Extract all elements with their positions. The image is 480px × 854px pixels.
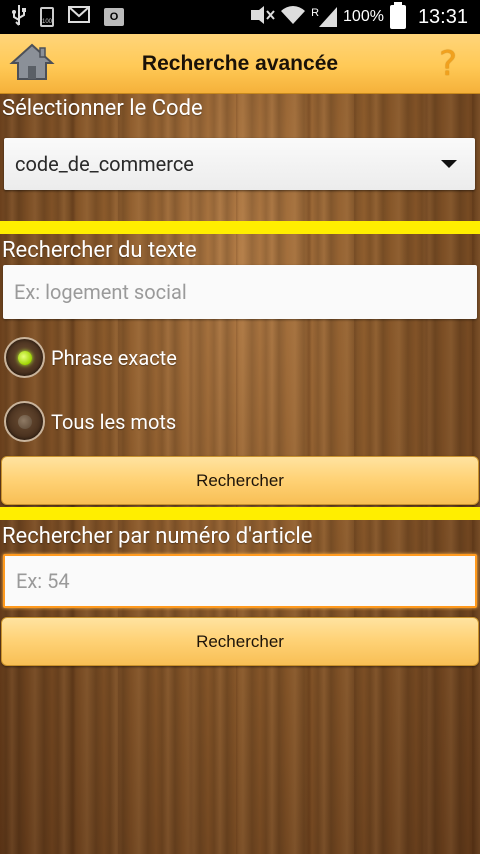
nfc-mute-icon [249,5,275,29]
text-search-input[interactable] [3,265,477,319]
radio-exact-phrase-label: Phrase exacte [51,345,177,370]
search-article-button[interactable]: Rechercher [1,617,479,666]
radio-unselected-indicator [17,414,32,429]
article-number-input[interactable] [3,554,477,608]
battery-icon [389,2,406,29]
section-separator [0,221,480,234]
radio-all-words-label: Tous les mots [51,409,177,434]
status-bar: 100 O R 100% 13:31 [0,0,480,34]
status-bar-notifications: 100 O [12,4,124,30]
radio-all-words[interactable]: Tous les mots [4,401,176,442]
search-text-button[interactable]: Rechercher [1,456,479,505]
outlook-icon: O [104,8,124,26]
action-bar: Recherche avancée ? [0,34,480,94]
code-select-value: code_de_commerce [15,152,194,176]
wifi-icon [281,5,306,30]
home-icon [9,42,55,86]
status-bar-system: R 100% 13:31 [249,2,468,30]
gmail-icon [68,6,90,28]
usb-icon [12,4,26,30]
battery-small-icon: 100 [40,7,54,27]
help-icon: ? [438,43,458,84]
radio-button-checked[interactable] [4,337,45,378]
battery-small-text: 100 [42,19,53,25]
roaming-indicator: R [311,7,320,19]
code-section-label: Sélectionner le Code [2,96,203,121]
home-button[interactable] [0,34,64,94]
help-button[interactable]: ? [416,34,480,94]
radio-exact-phrase[interactable]: Phrase exacte [4,337,177,378]
text-section-label: Rechercher du texte [2,238,197,263]
clock: 13:31 [417,5,468,28]
battery-percent: 100% [343,8,384,25]
dropdown-arrow-icon [441,160,457,168]
code-select[interactable]: code_de_commerce [4,138,475,190]
radio-selected-indicator [17,350,32,365]
section-separator [0,507,480,520]
page-title: Recherche avancée [141,51,339,75]
signal-icon: R [311,7,338,27]
radio-button-unchecked[interactable] [4,401,45,442]
article-section-label: Rechercher par numéro d'article [2,524,313,549]
